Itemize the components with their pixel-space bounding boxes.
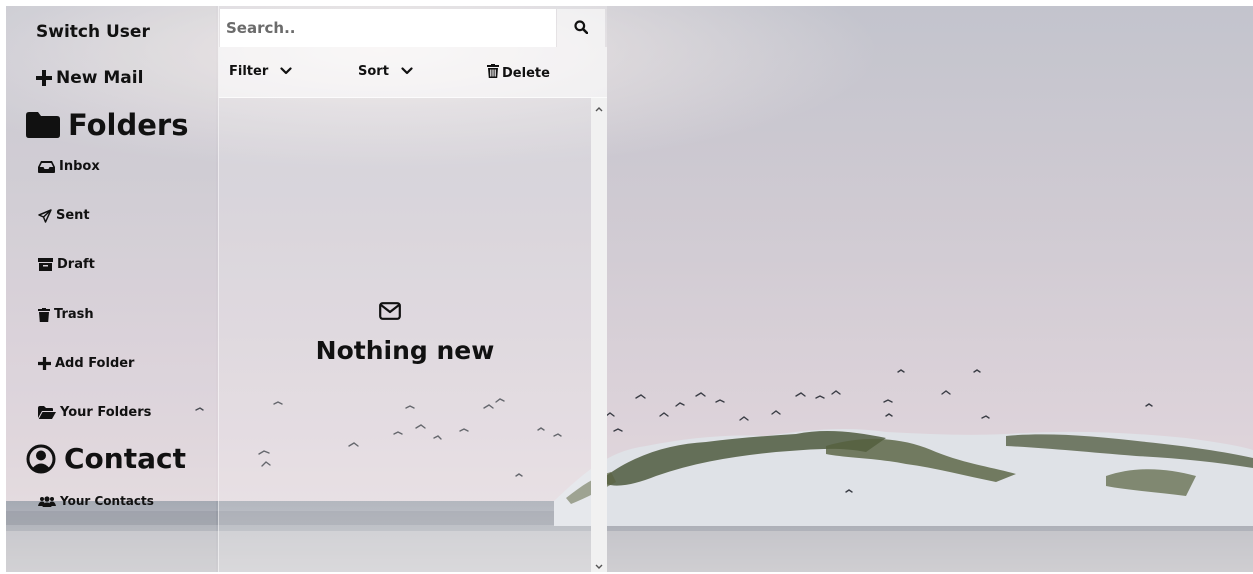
empty-state-message: Nothing new	[315, 336, 495, 365]
new-mail-label: New Mail	[56, 68, 144, 88]
users-icon	[38, 495, 60, 507]
contact-heading: Contact	[26, 442, 186, 475]
envelope-icon	[379, 302, 401, 324]
sidebar-item-label: Add Folder	[55, 356, 135, 371]
sort-label: Sort	[358, 64, 389, 79]
scroll-down-button[interactable]	[591, 556, 607, 572]
folder-open-icon	[38, 406, 60, 419]
sidebar-item-label: Inbox	[59, 159, 100, 174]
sidebar-item-label: Your Folders	[60, 405, 152, 420]
chevron-down-icon	[280, 64, 292, 79]
folders-heading-label: Folders	[68, 108, 189, 142]
chevron-up-icon	[595, 97, 603, 116]
search-button[interactable]	[557, 9, 605, 47]
switch-user-label: Switch User	[36, 22, 150, 42]
mail-list: Nothing new	[219, 98, 591, 572]
contact-heading-label: Contact	[64, 442, 186, 475]
delete-label: Delete	[502, 65, 550, 81]
paper-plane-icon	[38, 208, 56, 223]
sort-dropdown[interactable]: Sort	[358, 64, 413, 79]
sidebar-item-label: Your Contacts	[60, 494, 154, 508]
sidebar: Switch User New Mail Folders Inbox Sent …	[6, 6, 216, 572]
plus-icon	[38, 357, 55, 370]
search-input[interactable]	[220, 9, 556, 47]
user-circle-icon	[26, 444, 64, 474]
mail-list-scrollbar[interactable]	[591, 98, 607, 572]
inbox-icon	[38, 160, 59, 173]
folders-heading: Folders	[26, 108, 189, 142]
trash-icon	[38, 307, 54, 322]
new-mail-button[interactable]: New Mail	[36, 68, 143, 88]
filter-label: Filter	[229, 64, 269, 79]
plus-icon	[36, 70, 56, 86]
mail-list-panel: Filter Sort Delete Nothing new	[218, 6, 607, 572]
sidebar-item-add-folder[interactable]: Add Folder	[38, 356, 134, 371]
sidebar-item-your-contacts[interactable]: Your Contacts	[38, 494, 154, 508]
trash-icon	[487, 64, 502, 82]
search-icon	[574, 19, 589, 38]
sidebar-item-trash[interactable]: Trash	[38, 307, 94, 322]
scroll-up-button[interactable]	[591, 98, 607, 114]
filter-dropdown[interactable]: Filter	[229, 64, 292, 79]
chevron-down-icon	[401, 64, 413, 79]
chevron-down-icon	[595, 555, 603, 574]
sidebar-item-inbox[interactable]: Inbox	[38, 159, 100, 174]
switch-user-button[interactable]: Switch User	[36, 22, 150, 42]
folder-icon	[26, 112, 68, 138]
sidebar-item-label: Draft	[57, 257, 95, 272]
archive-icon	[38, 258, 57, 271]
sidebar-item-label: Sent	[56, 208, 90, 223]
sidebar-item-sent[interactable]: Sent	[38, 208, 90, 223]
sidebar-item-your-folders[interactable]: Your Folders	[38, 405, 151, 420]
sidebar-item-label: Trash	[54, 307, 94, 322]
delete-button[interactable]: Delete	[487, 64, 550, 82]
sidebar-item-draft[interactable]: Draft	[38, 257, 95, 272]
mail-toolbar: Filter Sort Delete	[219, 47, 607, 98]
